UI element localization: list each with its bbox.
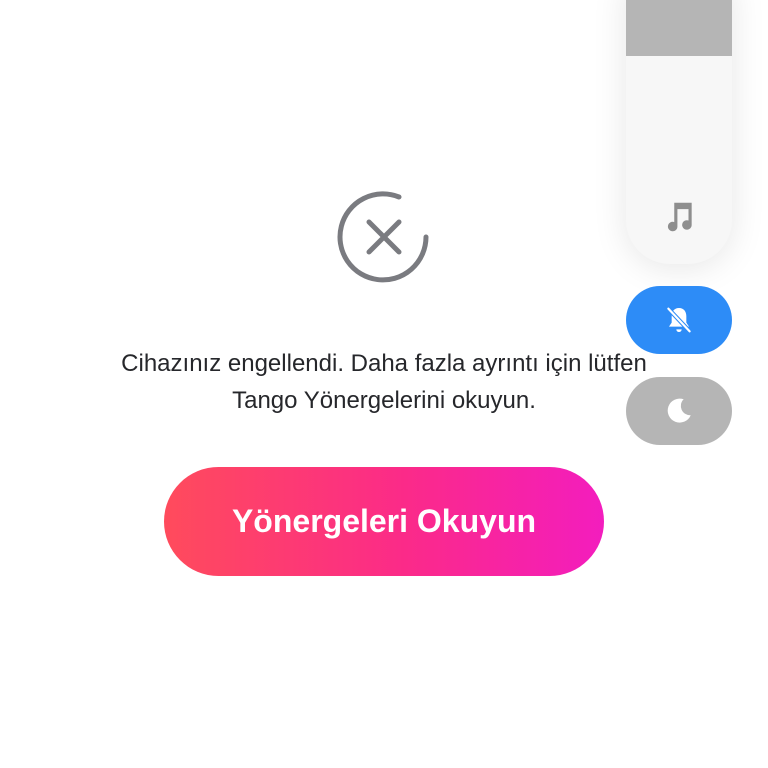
music-note-icon [667,202,692,232]
blocked-x-circle-icon [337,191,429,283]
blocked-message: Cihazınız engellendi. Daha fazla ayrıntı… [40,345,728,419]
mute-toggle-button[interactable] [626,286,732,354]
do-not-disturb-button[interactable] [626,377,732,445]
read-guidelines-button[interactable]: Yönergeleri Okuyun [164,467,604,576]
blocked-device-screen: Cihazınız engellendi. Daha fazla ayrıntı… [0,0,768,768]
volume-level-fill [626,0,732,56]
volume-slider[interactable] [626,0,732,264]
blocked-message-line-1: Cihazınız engellendi. Daha fazla ayrıntı… [121,350,647,377]
blocked-message-line-2: Tango Yönergelerini okuyun. [232,387,536,414]
bell-slash-icon [666,306,692,334]
moon-icon [667,398,691,423]
